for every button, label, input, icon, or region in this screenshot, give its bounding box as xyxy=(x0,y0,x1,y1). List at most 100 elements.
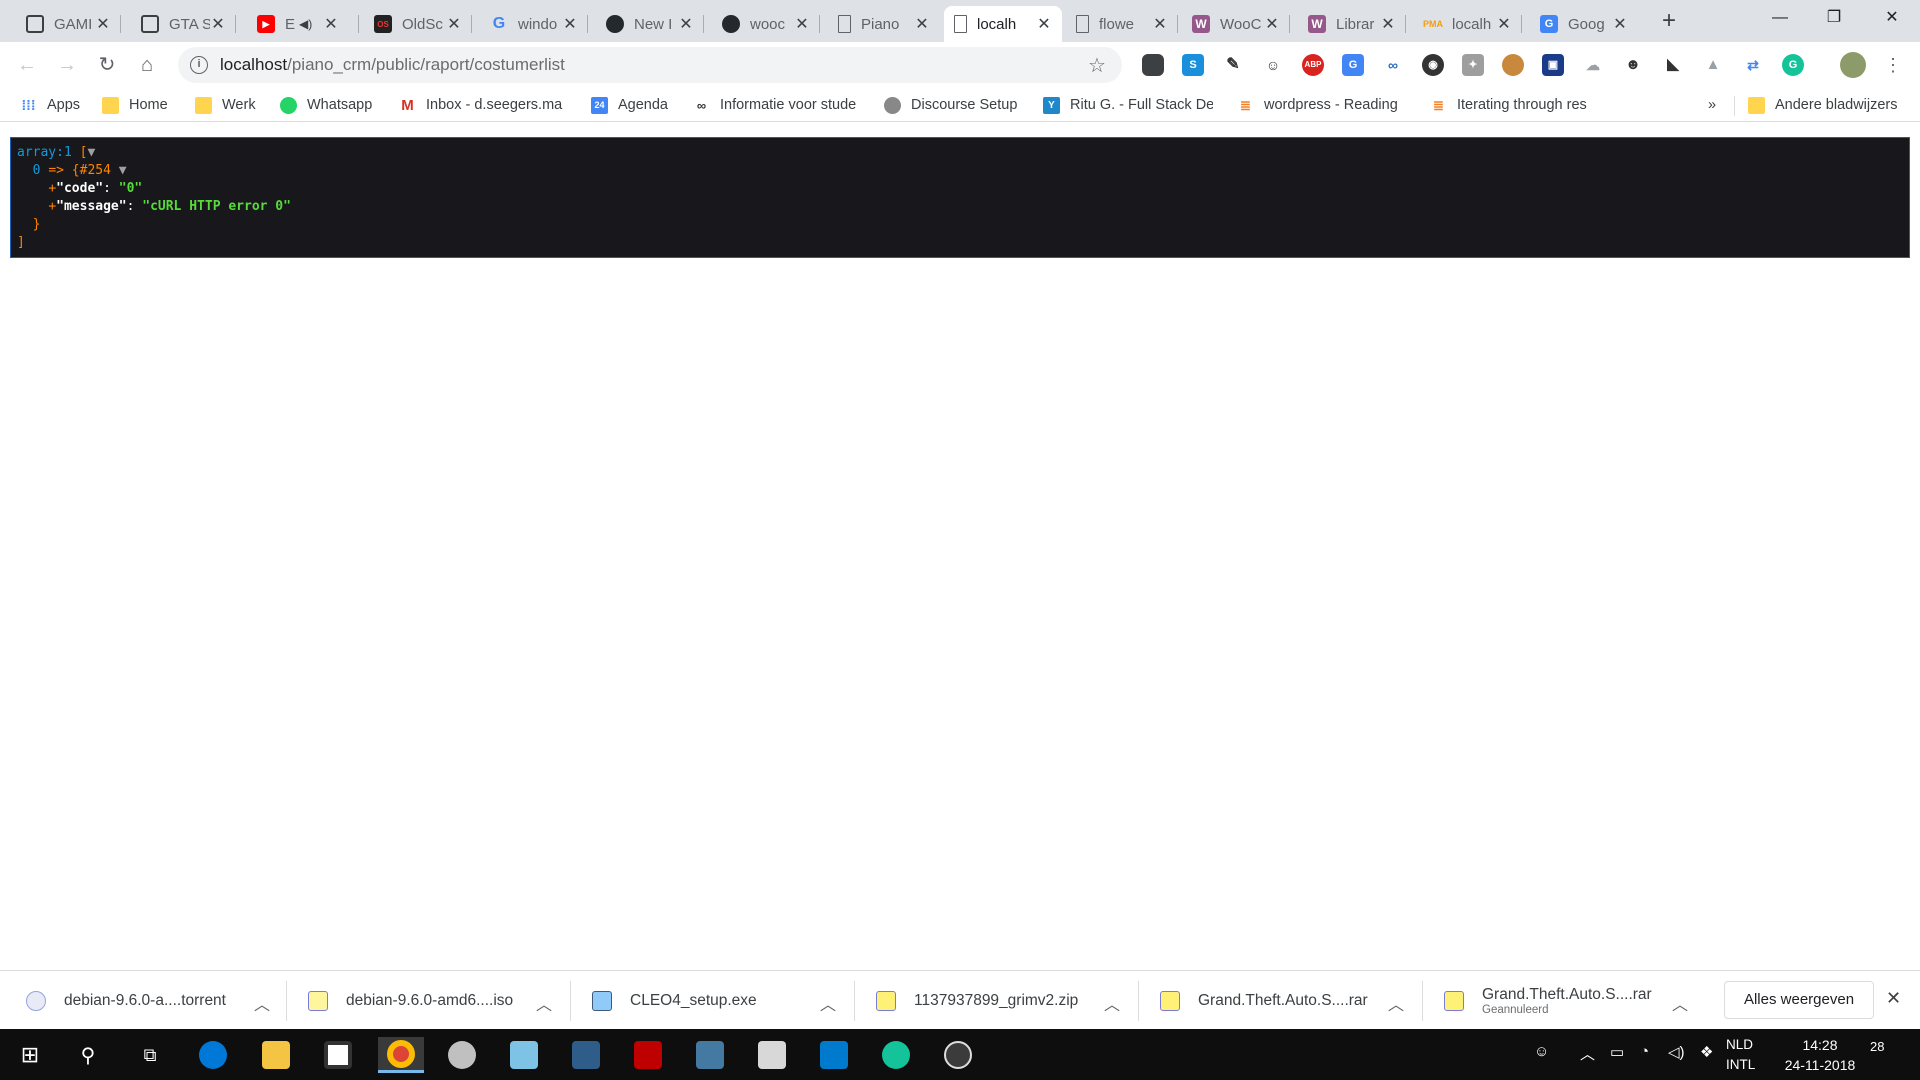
chevron-up-icon[interactable]: ︿ xyxy=(1388,991,1404,1015)
back-button[interactable]: ← xyxy=(12,50,42,80)
bookmark-wordpress[interactable]: ≣ wordpress - Reading xyxy=(1237,94,1402,116)
bookmark-star-icon[interactable]: ☆ xyxy=(1082,53,1112,78)
tab-phpmyadmin[interactable]: PMA localh ✕ xyxy=(1414,6,1522,42)
skype-icon[interactable]: S xyxy=(1182,54,1204,76)
language-indicator[interactable]: NLD INTL xyxy=(1726,1035,1755,1075)
search-icon[interactable]: ⚲ xyxy=(68,1037,108,1073)
notifications-icon[interactable]: 28 xyxy=(1870,1039,1904,1069)
paint-icon[interactable] xyxy=(442,1037,482,1073)
adblock-icon[interactable]: ABP xyxy=(1302,54,1324,76)
close-icon[interactable]: ✕ xyxy=(678,14,694,34)
chevron-up-icon[interactable]: ︿ xyxy=(1104,991,1120,1015)
chevron-up-icon[interactable]: ︿ xyxy=(536,991,552,1015)
bookmark-discourse[interactable]: Discourse Setup xyxy=(884,94,1017,116)
bookmark-home[interactable]: Home xyxy=(102,94,168,116)
wifi-icon[interactable]: ◔ xyxy=(1640,1043,1649,1060)
download-item-cancelled[interactable]: Grand.Theft.Auto.S....rar Geannuleerd ︿ xyxy=(1444,971,1688,1030)
volume-icon[interactable]: ◁) xyxy=(1668,1043,1685,1061)
screen-icon[interactable]: ▣ xyxy=(1542,54,1564,76)
translate-icon[interactable]: G xyxy=(1342,54,1364,76)
close-icon[interactable]: ✕ xyxy=(323,14,339,34)
puzzle-icon[interactable]: ✦ xyxy=(1462,54,1484,76)
dump-toggle-icon[interactable]: ▼ xyxy=(119,163,127,178)
dump-toggle-icon[interactable]: ▼ xyxy=(87,145,95,160)
edge-icon[interactable] xyxy=(193,1037,233,1073)
chevron-up-icon[interactable]: ︿ xyxy=(254,991,270,1015)
bookmark-ritu[interactable]: Y Ritu G. - Full Stack De xyxy=(1043,94,1213,116)
windows-start-icon[interactable]: ⊞ xyxy=(10,1037,50,1073)
tab-gta[interactable]: GTA S ✕ xyxy=(131,6,236,42)
close-icon[interactable]: ✕ xyxy=(1496,14,1512,34)
close-icon[interactable]: ✕ xyxy=(1036,14,1052,34)
lock-extension-icon[interactable]: ◉ xyxy=(1422,54,1444,76)
vscode-icon[interactable] xyxy=(814,1037,854,1073)
tab-youtube[interactable]: ▶ E ◀) ✕ xyxy=(247,6,359,42)
tab-google-translate[interactable]: G Goog ✕ xyxy=(1530,6,1638,42)
close-icon[interactable]: ✕ xyxy=(1612,14,1628,34)
window-close-button[interactable]: ✕ xyxy=(1864,0,1920,36)
close-icon[interactable]: ✕ xyxy=(446,14,462,34)
download-item[interactable]: CLEO4_setup.exe ︿ xyxy=(592,971,836,1030)
close-icon[interactable]: ✕ xyxy=(95,14,111,34)
download-item[interactable]: debian-9.6.0-a....torrent ︿ xyxy=(26,971,270,1030)
drive-icon[interactable]: ▲ xyxy=(1702,54,1724,76)
close-icon[interactable]: ✕ xyxy=(1380,14,1396,34)
filezilla-icon[interactable] xyxy=(628,1037,668,1073)
chevron-up-icon[interactable]: ︿ xyxy=(1672,991,1688,1015)
menu-icon[interactable]: ⋮ xyxy=(1878,50,1908,80)
bookmark-andere[interactable]: Andere bladwijzers xyxy=(1748,94,1898,116)
address-bar[interactable]: i localhost/piano_crm/public/raport/cost… xyxy=(178,47,1122,83)
url-text[interactable]: localhost/piano_crm/public/raport/costum… xyxy=(220,55,1082,75)
eyedropper-icon[interactable]: ✎ xyxy=(1222,54,1244,76)
tab-piano[interactable]: Piano ✕ xyxy=(828,6,940,42)
glasses-extension-icon[interactable]: ∞ xyxy=(1382,54,1404,76)
close-shelf-icon[interactable]: ✕ xyxy=(1886,988,1901,1009)
pocket-icon[interactable] xyxy=(1142,54,1164,76)
store-icon[interactable] xyxy=(318,1037,358,1073)
tab-google[interactable]: G windo ✕ xyxy=(480,6,588,42)
close-icon[interactable]: ✕ xyxy=(210,14,226,34)
task-view-icon[interactable]: ⧉ xyxy=(130,1037,170,1073)
obs-icon[interactable] xyxy=(938,1037,978,1073)
bookmark-apps[interactable]: ⁞⁞⁞ Apps xyxy=(20,94,81,116)
forward-button[interactable]: → xyxy=(52,50,82,80)
virtualbox-icon[interactable] xyxy=(566,1037,606,1073)
tab-oldsc[interactable]: OS OldSc ✕ xyxy=(364,6,472,42)
new-tab-button[interactable]: + xyxy=(1655,8,1683,36)
cloud-icon[interactable]: ☁ xyxy=(1582,54,1604,76)
owl-icon[interactable]: ☺ xyxy=(1262,54,1284,76)
speaker-icon[interactable]: ◀) xyxy=(299,17,323,31)
show-all-downloads-button[interactable]: Alles weergeven xyxy=(1724,981,1874,1019)
megaphone-icon[interactable]: ◣ xyxy=(1662,54,1684,76)
tab-wooc[interactable]: W WooC ✕ xyxy=(1182,6,1290,42)
mysql-workbench-icon[interactable] xyxy=(690,1037,730,1073)
tab-github-wooc[interactable]: wooc ✕ xyxy=(712,6,820,42)
tab-flowe[interactable]: flowe ✕ xyxy=(1066,6,1178,42)
bookmarks-overflow-chevron-icon[interactable]: » xyxy=(1708,94,1716,116)
grammarly-icon[interactable]: G xyxy=(1782,54,1804,76)
bookmark-iterating[interactable]: ≣ Iterating through res xyxy=(1430,94,1602,116)
bookmark-informatie[interactable]: ∞ Informatie voor stude xyxy=(693,94,863,116)
tab-github-new[interactable]: New I ✕ xyxy=(596,6,704,42)
cookie-icon[interactable] xyxy=(1502,54,1524,76)
dropbox-icon[interactable]: ❖ xyxy=(1700,1043,1713,1061)
notepad-icon[interactable] xyxy=(504,1037,544,1073)
download-item[interactable]: debian-9.6.0-amd6....iso ︿ xyxy=(308,971,552,1030)
tab-localhost-active[interactable]: localh ✕ xyxy=(944,6,1062,42)
close-icon[interactable]: ✕ xyxy=(914,14,930,34)
info-icon[interactable]: i xyxy=(190,56,208,74)
mail-icon[interactable] xyxy=(752,1037,792,1073)
close-icon[interactable]: ✕ xyxy=(562,14,578,34)
reload-button[interactable]: ↻ xyxy=(92,50,122,80)
close-icon[interactable]: ✕ xyxy=(1152,14,1168,34)
bookmark-inbox[interactable]: M Inbox - d.seegers.ma xyxy=(399,94,571,116)
bookmark-agenda[interactable]: 24 Agenda xyxy=(591,94,668,116)
download-item[interactable]: Grand.Theft.Auto.S....rar ︿ xyxy=(1160,971,1404,1030)
robot-icon[interactable]: ☻ xyxy=(1622,54,1644,76)
restore-button[interactable]: ❐ xyxy=(1806,0,1862,36)
minimize-button[interactable]: — xyxy=(1752,0,1808,36)
people-icon[interactable]: ☺ xyxy=(1534,1043,1549,1060)
avatar[interactable] xyxy=(1840,52,1866,78)
clock[interactable]: 14:28 24-11-2018 xyxy=(1760,1035,1880,1075)
close-icon[interactable]: ✕ xyxy=(794,14,810,34)
